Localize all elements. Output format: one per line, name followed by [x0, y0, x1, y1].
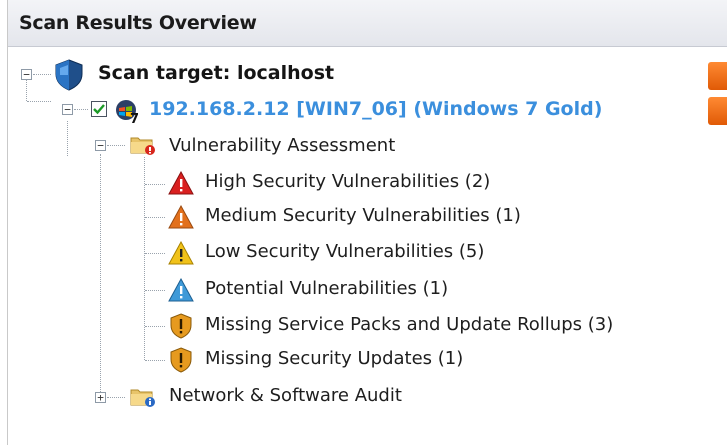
- collapse-toggle[interactable]: −: [95, 140, 106, 151]
- tree-line: [100, 154, 101, 398]
- shield-exclamation-icon: [170, 347, 192, 377]
- tree-line: [145, 360, 165, 361]
- warning-blue-icon: [168, 277, 194, 306]
- high-vulnerabilities-label: High Security Vulnerabilities (2): [205, 171, 491, 192]
- missing-service-packs-label: Missing Service Packs and Update Rollups…: [205, 314, 614, 335]
- warning-yellow-icon: [168, 240, 194, 269]
- potential-vulnerabilities-label: Potential Vulnerabilities (1): [205, 278, 449, 299]
- panel-title: Scan Results Overview: [19, 12, 257, 34]
- tree-line: [145, 290, 165, 291]
- tree-line: [27, 101, 51, 102]
- host-label[interactable]: 192.168.2.12 [WIN7_06] (Windows 7 Gold): [149, 98, 602, 120]
- tree-line: [107, 397, 125, 398]
- results-tree: − Scan target: localhost − 7 192.168.2.1…: [8, 47, 727, 445]
- tree-line: [145, 184, 165, 185]
- tree-line: [144, 157, 145, 360]
- tree-line: [33, 74, 51, 75]
- panel-header: Scan Results Overview: [8, 0, 727, 47]
- side-action-button[interactable]: [708, 62, 727, 90]
- host-checkbox[interactable]: [91, 101, 107, 117]
- windows-computer-icon: 7: [114, 98, 140, 128]
- tree-line: [67, 121, 68, 156]
- tree-line: [145, 326, 165, 327]
- collapse-toggle[interactable]: −: [21, 69, 32, 80]
- low-vulnerabilities-label: Low Security Vulnerabilities (5): [205, 241, 485, 262]
- scan-results-panel: Scan Results Overview − Scan target: loc…: [7, 0, 727, 445]
- tree-line: [145, 253, 165, 254]
- warning-red-icon: [168, 170, 194, 199]
- vulnerability-assessment-label: Vulnerability Assessment: [169, 135, 396, 156]
- shield-exclamation-icon: [170, 313, 192, 343]
- shield-icon: [54, 59, 84, 95]
- svg-text:7: 7: [130, 112, 139, 124]
- scan-target-label: Scan target: localhost: [98, 62, 335, 84]
- medium-vulnerabilities-label: Medium Security Vulnerabilities (1): [205, 205, 521, 226]
- folder-alert-icon: [130, 133, 156, 161]
- side-action-button[interactable]: [708, 97, 727, 125]
- collapse-toggle[interactable]: −: [62, 104, 73, 115]
- folder-info-icon: [130, 385, 156, 413]
- warning-orange-icon: [168, 204, 194, 233]
- tree-line: [107, 145, 125, 146]
- tree-line: [74, 109, 88, 110]
- tree-line: [145, 217, 165, 218]
- missing-security-updates-label: Missing Security Updates (1): [205, 348, 464, 369]
- expand-toggle[interactable]: +: [95, 392, 106, 403]
- network-audit-label: Network & Software Audit: [169, 385, 402, 406]
